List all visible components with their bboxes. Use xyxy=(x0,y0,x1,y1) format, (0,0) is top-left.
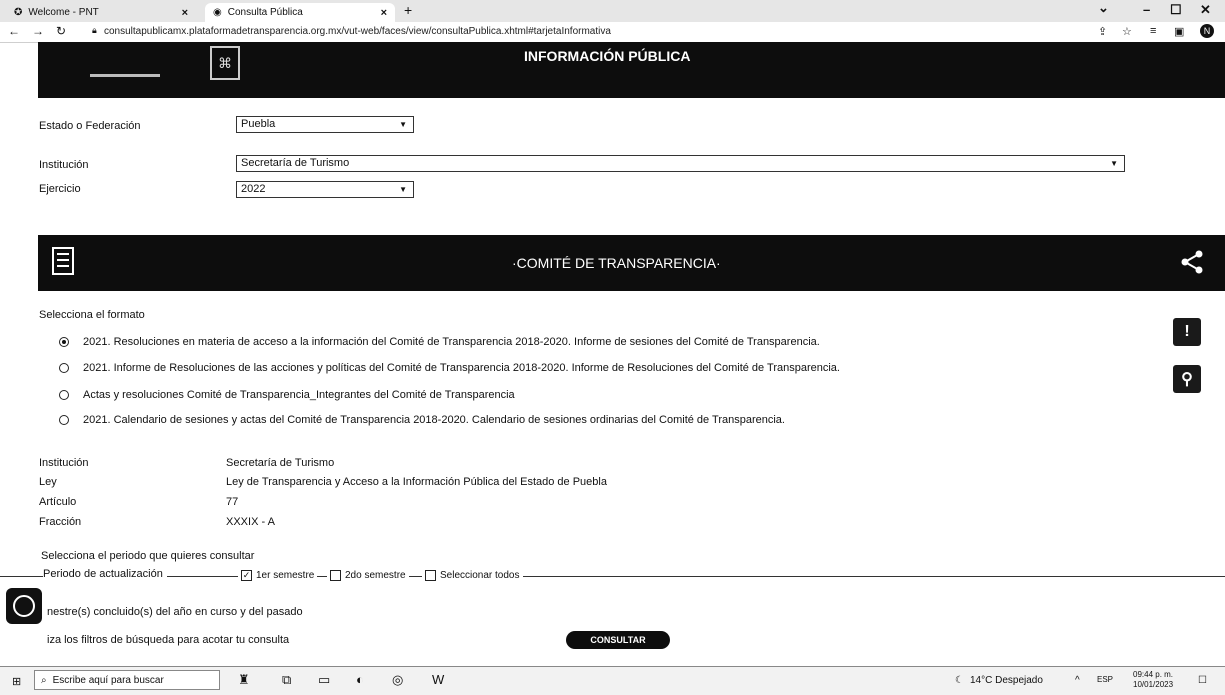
tab-consulta-publica[interactable]: ◉ Consulta Pública × xyxy=(205,3,395,22)
browser-tabbar: ✪ Welcome - PNT × ◉ Consulta Pública × +… xyxy=(0,0,1225,23)
share-icon[interactable] xyxy=(1179,249,1205,275)
search-icon: ⌕ xyxy=(41,674,47,686)
checkbox-semestre-1[interactable]: ✓ 1er semestre xyxy=(238,570,318,581)
sidebar-icon[interactable]: ▣ xyxy=(1174,25,1184,38)
tab-title: Welcome - PNT xyxy=(28,7,99,18)
info-ley-value: Ley de Transparencia y Acceso a la Infor… xyxy=(226,476,607,488)
pnt-logo[interactable]: ⌘ xyxy=(210,46,240,80)
weather-text[interactable]: 14°C Despejado xyxy=(970,675,1043,686)
period-divider xyxy=(0,576,1225,577)
period-legend: Periodo de actualización xyxy=(43,568,167,580)
share-page-icon[interactable]: ⇪ xyxy=(1098,25,1107,38)
info-fraccion-value: XXXIX - A xyxy=(226,516,275,528)
minimize-button[interactable]: – xyxy=(1143,2,1150,17)
format-option[interactable]: 2021. Resoluciones en materia de acceso … xyxy=(59,336,820,348)
radio-button[interactable] xyxy=(59,415,69,425)
checkbox-select-all[interactable]: Seleccionar todos xyxy=(422,570,523,581)
format-prompt: Selecciona el formato xyxy=(39,309,145,321)
radio-button[interactable] xyxy=(59,363,69,373)
search-wrench-icon[interactable]: ⚲ xyxy=(1173,365,1201,393)
tab-search-chevron-icon[interactable]: ⌄ xyxy=(1098,0,1109,16)
chevron-down-icon: ▼ xyxy=(399,120,407,129)
tab-close-icon[interactable]: × xyxy=(182,7,188,19)
format-option[interactable]: Actas y resoluciones Comité de Transpare… xyxy=(59,389,515,401)
site-header: ⌘ INFORMACIÓN PÚBLICA xyxy=(38,42,1225,98)
tab-title: Consulta Pública xyxy=(227,7,303,18)
chevron-up-icon[interactable]: ^ xyxy=(1075,675,1080,686)
globe-icon: ◉ xyxy=(213,7,222,18)
radio-button[interactable] xyxy=(59,390,69,400)
info-institucion-value: Secretaría de Turismo xyxy=(226,457,335,469)
consultar-button[interactable]: CONSULTAR xyxy=(566,631,670,649)
radio-button[interactable] xyxy=(59,337,69,347)
maximize-button[interactable]: ☐ xyxy=(1170,2,1182,18)
alert-icon[interactable]: ! xyxy=(1173,318,1201,346)
taskbar-search[interactable]: ⌕ Escribe aquí para buscar xyxy=(34,670,220,690)
windows-start-icon[interactable]: ⊞ xyxy=(12,675,21,688)
institucion-label: Institución xyxy=(39,159,89,171)
tab-welcome-pnt[interactable]: ✪ Welcome - PNT × xyxy=(6,3,196,22)
task-view-icon[interactable]: ⧉ xyxy=(282,672,291,688)
notifications-icon[interactable]: ☐ xyxy=(1198,675,1207,686)
estado-select[interactable]: Puebla ▼ xyxy=(236,116,414,133)
file-explorer-icon[interactable]: ▭ xyxy=(318,672,330,688)
checkbox-semestre-2[interactable]: 2do semestre xyxy=(327,570,409,581)
back-icon[interactable]: ← xyxy=(8,24,20,38)
reload-icon[interactable]: ↻ xyxy=(56,24,66,38)
accessibility-icon[interactable] xyxy=(6,588,42,624)
forward-icon[interactable]: → xyxy=(32,24,44,38)
info-fraccion-label: Fracción xyxy=(39,516,82,528)
format-option[interactable]: 2021. Calendario de sesiones y actas del… xyxy=(59,414,785,426)
info-institucion-label: Institución xyxy=(39,457,89,469)
page-title: INFORMACIÓN PÚBLICA xyxy=(524,48,691,64)
edge-icon[interactable]: ◐ xyxy=(356,672,364,687)
profile-avatar[interactable]: N xyxy=(1200,24,1214,38)
close-window-button[interactable]: ✕ xyxy=(1200,2,1211,18)
chrome-icon[interactable]: ◎ xyxy=(392,672,403,688)
language-indicator[interactable]: ESP xyxy=(1097,675,1113,684)
checkbox[interactable] xyxy=(330,570,341,581)
estado-label: Estado o Federación xyxy=(39,120,141,132)
weather-icon[interactable]: ☾ xyxy=(955,675,964,686)
app-icon[interactable]: ♜ xyxy=(238,672,250,688)
chevron-down-icon: ▼ xyxy=(1110,159,1118,168)
star-icon[interactable]: ☆ xyxy=(1122,25,1132,38)
document-edit-icon xyxy=(52,247,74,275)
url-field[interactable]: consultapublicamx.plataformadetransparen… xyxy=(104,26,611,37)
extensions-icon[interactable]: ≡ xyxy=(1150,25,1156,37)
chevron-down-icon: ▼ xyxy=(399,185,407,194)
word-icon[interactable]: W xyxy=(432,672,444,687)
section-title: ·COMITÉ DE TRANSPARENCIA· xyxy=(512,255,721,271)
section-banner: ·COMITÉ DE TRANSPARENCIA· xyxy=(38,235,1225,291)
filter-hint: iza los filtros de búsqueda para acotar … xyxy=(47,634,290,646)
ejercicio-label: Ejercicio xyxy=(39,183,81,195)
format-option[interactable]: 2021. Informe de Resoluciones de las acc… xyxy=(59,362,840,374)
tab-close-icon[interactable]: × xyxy=(381,7,387,19)
period-question: Selecciona el periodo que quieres consul… xyxy=(41,550,255,562)
government-logo xyxy=(90,50,160,77)
windows-taskbar: ⊞ ⌕ Escribe aquí para buscar ♜ ⧉ ▭ ◐ ◎ W… xyxy=(0,666,1225,695)
checkbox[interactable]: ✓ xyxy=(241,570,252,581)
site-favicon-icon: ✪ xyxy=(14,7,23,18)
info-articulo-value: 77 xyxy=(226,496,239,508)
checkbox[interactable] xyxy=(425,570,436,581)
ejercicio-select[interactable]: 2022 ▼ xyxy=(236,181,414,198)
system-clock[interactable]: 09:44 p. m. 10/01/2023 xyxy=(1133,670,1173,690)
new-tab-button[interactable]: + xyxy=(404,2,412,18)
info-ley-label: Ley xyxy=(39,476,57,488)
lock-icon: 🔒︎ xyxy=(92,25,97,35)
institucion-select[interactable]: Secretaría de Turismo ▼ xyxy=(236,155,1125,172)
info-articulo-label: Artículo xyxy=(39,496,77,508)
address-bar: ← → ↻ 🔒︎ consultapublicamx.plataformadet… xyxy=(0,22,1225,43)
period-note: nestre(s) concluido(s) del año en curso … xyxy=(47,606,303,618)
